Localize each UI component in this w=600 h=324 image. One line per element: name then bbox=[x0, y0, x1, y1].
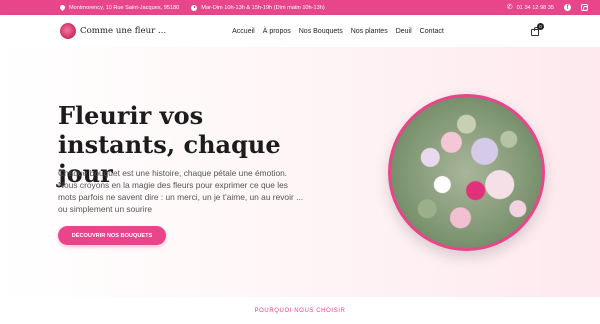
topbar-right: ✆ 01 34 12 98 35 f bbox=[497, 4, 588, 11]
clock-icon bbox=[191, 4, 198, 11]
phone-icon: ✆ bbox=[506, 4, 513, 11]
nav-item-accueil[interactable]: Accueil bbox=[232, 28, 255, 35]
address-info: Montmorency, 10 Rue Saint-Jacques, 95180 bbox=[60, 5, 179, 11]
nav-item-a-propos[interactable]: À propos bbox=[263, 28, 291, 35]
cart-count-badge: 0 bbox=[537, 23, 544, 30]
top-info-bar: Montmorency, 10 Rue Saint-Jacques, 95180… bbox=[0, 0, 600, 15]
why-choose-us-heading: POURQUOI NOUS CHOISIR bbox=[254, 308, 346, 314]
instagram-link[interactable] bbox=[581, 4, 588, 11]
hero-text: Chaque bouquet est une histoire, chaque … bbox=[58, 168, 304, 214]
hero-section: Fleurir vos instants, chaque jour Chaque… bbox=[0, 47, 600, 297]
discover-bouquets-button[interactable]: DÉCOUVRIR NOS BOUQUETS bbox=[58, 226, 166, 245]
shopping-bag-icon bbox=[531, 27, 539, 36]
nav-item-nos-plantes[interactable]: Nos plantes bbox=[351, 28, 388, 35]
facebook-link[interactable]: f bbox=[564, 4, 571, 11]
rose-logo-icon bbox=[60, 23, 76, 39]
hours-info: Mar-Dim 10h-13h & 15h-19h (Dim matin 10h… bbox=[191, 4, 325, 11]
site-logo[interactable]: Comme une fleur ... bbox=[60, 23, 166, 39]
address-text: Montmorency, 10 Rue Saint-Jacques, 95180 bbox=[69, 4, 180, 11]
hours-text: Mar-Dim 10h-13h & 15h-19h (Dim matin 10h… bbox=[201, 4, 325, 11]
cart-button[interactable]: 0 bbox=[530, 23, 544, 36]
phone-text: 01 34 12 98 35 bbox=[516, 4, 554, 11]
map-pin-icon bbox=[60, 5, 65, 11]
logo-text: Comme une fleur ... bbox=[80, 26, 167, 36]
site-header: Comme une fleur ... Accueil À propos Nos… bbox=[0, 15, 600, 47]
phone-link[interactable]: ✆ 01 34 12 98 35 bbox=[507, 4, 554, 11]
main-nav: Accueil À propos Nos Bouquets Nos plante… bbox=[232, 28, 452, 35]
bouquet-image bbox=[388, 94, 545, 251]
nav-item-nos-bouquets[interactable]: Nos Bouquets bbox=[299, 28, 343, 35]
instagram-icon bbox=[581, 4, 588, 11]
nav-item-contact[interactable]: Contact bbox=[420, 28, 444, 35]
facebook-icon: f bbox=[564, 4, 571, 11]
nav-item-deuil[interactable]: Deuil bbox=[396, 28, 412, 35]
